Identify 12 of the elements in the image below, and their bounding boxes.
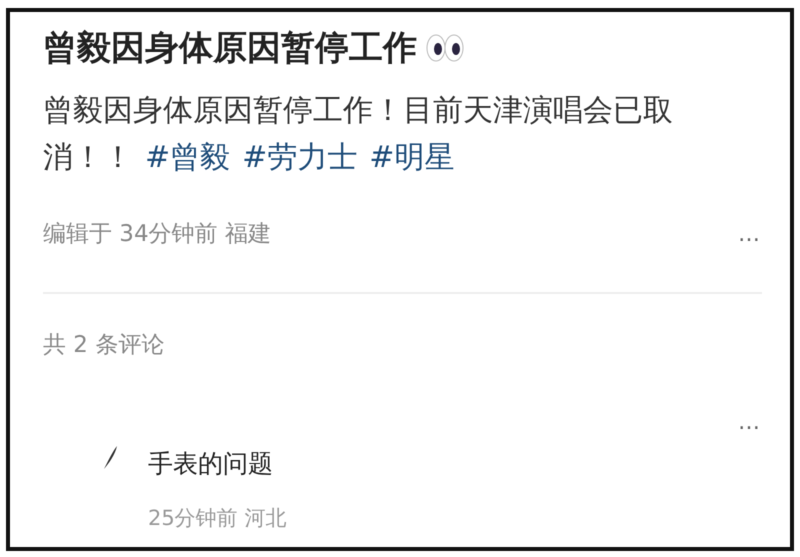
post-meta: 编辑于 34分钟前 福建 [43,220,271,250]
post-title: 曾毅因身体原因暂停工作 [43,27,417,70]
eyes-emoji-icon [425,33,465,64]
post-text: 曾毅因身体原因暂停工作！目前天津演唱会已取消！！ #曾毅 #劳力士 #明星 [43,92,674,177]
more-options-button[interactable]: … [738,218,762,251]
hashtag-link[interactable]: #劳力士 [242,140,358,175]
hashtag-link[interactable]: #曾毅 [145,140,230,175]
more-options-button[interactable]: … [738,406,762,440]
comment-count: 共 2 条评论 [43,330,166,360]
comment-text: 手表的问题 [148,448,274,480]
comment-meta: 25分钟前 河北 [148,504,286,532]
hashtag-link[interactable]: #明星 [369,140,454,175]
